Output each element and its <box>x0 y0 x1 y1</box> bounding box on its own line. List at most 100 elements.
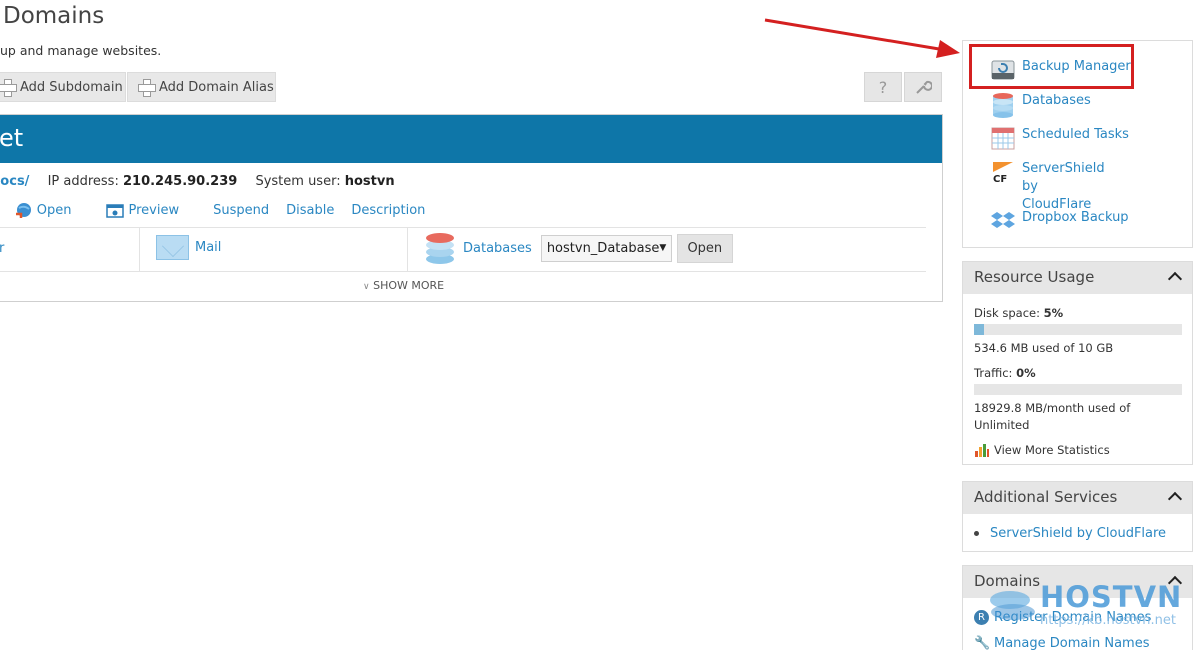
database-icon <box>426 232 454 264</box>
system-user-label: System user: <box>255 174 341 189</box>
plus-icon <box>0 79 17 97</box>
service-fragment[interactable]: r <box>0 241 4 256</box>
ip-value: 210.245.90.239 <box>122 174 238 189</box>
manage-domain-link[interactable]: 🔧 Manage Domain Names <box>974 636 1149 650</box>
register-icon: R <box>974 610 989 625</box>
register-domain-label: Register Domain Names <box>994 610 1152 625</box>
scheduled-tasks-link[interactable]: Scheduled Tasks <box>991 126 1129 150</box>
domains-title: Domains <box>974 572 1041 590</box>
open-link[interactable]: Open <box>15 202 89 219</box>
calendar-icon <box>991 126 1015 150</box>
page-subtitle: up and manage websites. <box>0 43 162 58</box>
add-domain-alias-button[interactable]: Add Domain Alias <box>127 72 276 102</box>
wrench-icon: 🔧 <box>974 636 991 650</box>
traffic-usage-bar <box>974 384 1182 395</box>
mail-service[interactable]: Mail <box>156 235 221 260</box>
page-title: Domains <box>3 3 105 29</box>
traffic-value: 0% <box>1016 366 1036 380</box>
resource-usage-header[interactable]: Resource Usage <box>963 262 1192 294</box>
domain-actions: s Open Preview Suspend Disable Descripti… <box>0 202 442 219</box>
view-more-statistics-label: View More Statistics <box>994 443 1110 457</box>
databases-service: Databases hostvn_Database ▼ Open <box>426 232 733 264</box>
cloudflare-icon: CF <box>991 160 1015 185</box>
database-select[interactable]: hostvn_Database ▼ <box>540 234 672 262</box>
highlight-box <box>969 44 1134 89</box>
register-domain-link[interactable]: R Register Domain Names <box>974 610 1151 625</box>
document-root-link[interactable]: docs/ <box>0 174 29 189</box>
open-label: Open <box>36 203 72 218</box>
system-user-value: hostvn <box>344 174 395 189</box>
domain-info: docs/ IP address: 210.245.90.239 System … <box>0 174 395 189</box>
domain-name: et <box>0 124 24 152</box>
chevron-up-icon <box>1167 271 1183 287</box>
view-more-statistics-link[interactable]: View More Statistics <box>974 442 1110 458</box>
disk-usage-detail: 534.6 MB used of 10 GB <box>974 341 1114 355</box>
servershield-label: ServerShield by CloudFlare <box>1022 161 1105 212</box>
disk-usage-fill <box>974 324 985 335</box>
question-icon: ? <box>878 77 888 97</box>
suspend-link[interactable]: Suspend <box>213 203 269 218</box>
disk-usage-bar <box>974 324 1182 335</box>
traffic-detail-line2: Unlimited <box>974 418 1030 432</box>
divider <box>407 228 408 271</box>
divider <box>139 228 140 271</box>
databases-quick-label: Databases <box>1022 93 1091 108</box>
domains-panel: Domains R Register Domain Names 🔧 Manage… <box>962 565 1193 650</box>
servershield-link[interactable]: CF ServerShield by CloudFlare <box>991 160 1111 214</box>
databases-quick-link[interactable]: Databases <box>991 92 1091 118</box>
domain-header: et <box>0 115 942 163</box>
add-subdomain-button[interactable]: Add Subdomain <box>0 72 126 102</box>
resource-usage-panel: Resource Usage Disk space: 5% 534.6 MB u… <box>962 261 1193 465</box>
additional-services-title: Additional Services <box>974 488 1118 506</box>
traffic-text: Traffic: 0% <box>974 366 1036 380</box>
disk-space-label: Disk space: <box>974 306 1040 320</box>
traffic-detail-line1: 18929.8 MB/month used of <box>974 401 1131 415</box>
bar-chart-icon <box>975 444 989 457</box>
resource-usage-title: Resource Usage <box>974 268 1095 286</box>
dropbox-backup-label: Dropbox Backup <box>1022 210 1129 225</box>
add-subdomain-label: Add Subdomain <box>20 79 123 95</box>
additional-services-header[interactable]: Additional Services <box>963 482 1192 514</box>
chevron-down-icon: ▼ <box>659 243 667 253</box>
dropbox-backup-link[interactable]: Dropbox Backup <box>991 209 1129 233</box>
disable-link[interactable]: Disable <box>286 203 334 218</box>
red-arrow <box>764 18 960 58</box>
preview-icon <box>105 203 124 218</box>
domains-header[interactable]: Domains <box>963 566 1192 598</box>
list-item[interactable]: ServerShield by CloudFlare <box>974 526 1166 541</box>
wrench-icon <box>916 80 932 94</box>
preview-label: Preview <box>128 203 180 218</box>
bullet <box>974 531 979 536</box>
traffic-label: Traffic: <box>974 366 1013 380</box>
chevron-up-icon <box>1167 575 1183 591</box>
database-open-button[interactable]: Open <box>676 233 733 263</box>
description-link[interactable]: Description <box>351 203 425 218</box>
plus-icon <box>138 79 156 97</box>
ip-label: IP address: <box>47 174 119 189</box>
open-globe-icon <box>15 203 31 218</box>
domain-panel: et docs/ IP address: 210.245.90.239 Syst… <box>0 114 943 302</box>
show-more-label: SHOW MORE <box>373 279 445 292</box>
database-icon <box>991 92 1015 118</box>
chevron-down-icon: ∨ <box>363 282 370 292</box>
database-select-value: hostvn_Database <box>546 240 660 256</box>
show-more-button[interactable]: ∨ SHOW MORE <box>363 279 444 292</box>
preview-link[interactable]: Preview <box>105 203 197 218</box>
manage-domain-label: Manage Domain Names <box>994 636 1150 650</box>
disk-space-text: Disk space: 5% <box>974 306 1063 320</box>
scheduled-tasks-label: Scheduled Tasks <box>1022 127 1129 142</box>
databases-link[interactable]: Databases <box>463 241 532 256</box>
add-domain-alias-label: Add Domain Alias <box>159 79 274 95</box>
chevron-up-icon <box>1167 491 1183 507</box>
mail-icon <box>156 235 189 260</box>
mail-label: Mail <box>195 240 222 255</box>
dropbox-icon <box>991 209 1015 233</box>
additional-services-panel: Additional Services ServerShield by Clou… <box>962 481 1193 552</box>
disk-space-value: 5% <box>1043 306 1064 320</box>
services-row: r Mail Databases hostvn_Database ▼ Open <box>0 228 926 271</box>
help-button[interactable]: ? <box>864 72 902 102</box>
svg-text:CF: CF <box>993 174 1007 184</box>
divider <box>0 271 926 272</box>
tools-button[interactable] <box>904 72 942 102</box>
servershield-service-link: ServerShield by CloudFlare <box>990 526 1167 541</box>
